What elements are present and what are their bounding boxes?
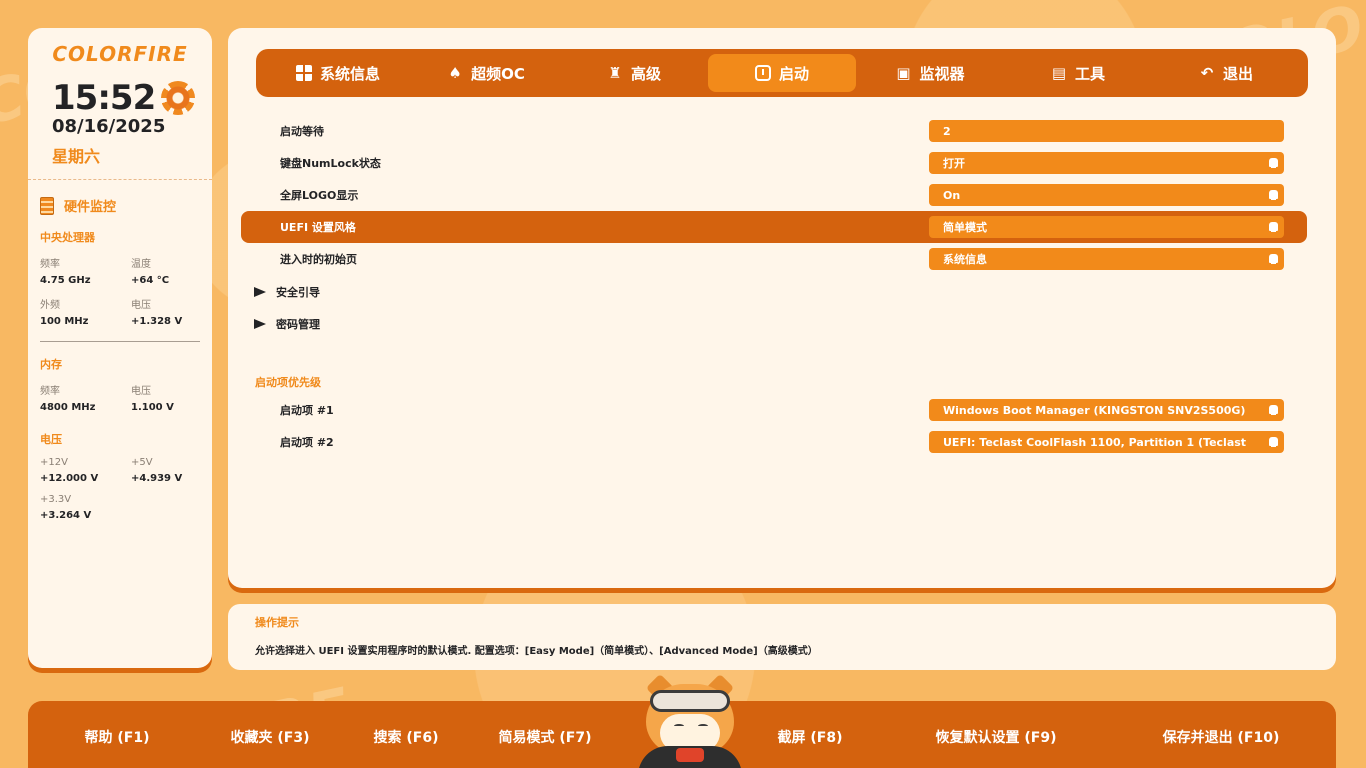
tab-overclock[interactable]: ♠ 超频OC [412, 54, 560, 92]
arrow-right-icon [254, 319, 266, 329]
help-panel: 操作提示 允许选择进入 UEFI 设置实用程序时的默认模式. 配置选项：[Eas… [228, 604, 1336, 670]
dropdown-icon [1269, 158, 1278, 168]
submenu-password[interactable]: 密码管理 [254, 316, 320, 332]
memory-section-title: 内存 [40, 358, 62, 371]
clock-weekday: 星期六 [52, 147, 101, 166]
mem-volt-label: 电压 [131, 386, 151, 397]
numlock-select[interactable]: 打开 [929, 152, 1284, 174]
boot-option-row-2[interactable]: 启动项 #2 UEFI: Teclast CoolFlash 1100, Par… [241, 426, 1307, 458]
setting-row-boot-wait[interactable]: 启动等待 2 [241, 115, 1307, 147]
v12-label: +12V [40, 457, 68, 468]
tab-bar: 系统信息 ♠ 超频OC ♜ 高级 启动 ▣ 监视器 ▤ 工具 ↶ 退出 [256, 49, 1308, 97]
boot-priority-title: 启动项优先级 [255, 376, 321, 389]
mascot-cat-image [636, 673, 744, 768]
save-exit-button[interactable]: 保存并退出 (F10) [1163, 727, 1280, 747]
mem-freq-value: 4800 MHz [40, 402, 96, 413]
divider [40, 341, 200, 342]
v33-label: +3.3V [40, 494, 72, 505]
cpu-freq-value: 4.75 GHz [40, 275, 91, 286]
cpu-freq-label: 频率 [40, 259, 60, 270]
cpu-bclk-value: 100 MHz [40, 316, 89, 327]
tab-advanced[interactable]: ♜ 高级 [560, 54, 708, 92]
setting-row-uefi-style[interactable]: UEFI 设置风格 简单模式 [241, 211, 1307, 243]
tab-monitor[interactable]: ▣ 监视器 [856, 54, 1004, 92]
boot-wait-input[interactable]: 2 [929, 120, 1284, 142]
cpu-volt-value: +1.328 V [131, 316, 183, 327]
clock-time: 15:52 [52, 78, 156, 118]
setting-label: 全屏LOGO显示 [280, 189, 359, 202]
tab-system-info[interactable]: 系统信息 [264, 54, 412, 92]
dropdown-icon [1269, 405, 1278, 415]
v5-value: +4.939 V [131, 473, 183, 484]
setting-row-fullscreen-logo[interactable]: 全屏LOGO显示 On [241, 179, 1307, 211]
clock-date: 08/16/2025 [52, 116, 166, 137]
tab-boot[interactable]: 启动 [708, 54, 856, 92]
voltage-stats: +12V +12.000 V +5V +4.939 V +3.3V +3.264 V [40, 457, 200, 521]
castle-icon: ♜ [608, 64, 622, 82]
cpu-temp-label: 温度 [131, 259, 151, 270]
rocket-icon: ♠ [448, 64, 462, 82]
power-icon [754, 65, 771, 81]
easy-mode-button[interactable]: 简易模式 (F7) [499, 727, 592, 747]
cpu-stats: 频率 4.75 GHz 温度 +64 °C 外频 100 MHz 电压 +1.328 V [40, 255, 200, 327]
setting-row-initial-page[interactable]: 进入时的初始页 系统信息 [241, 243, 1307, 275]
dropdown-icon [1269, 190, 1278, 200]
mem-freq-label: 频率 [40, 386, 60, 397]
boot-option-2-select[interactable]: UEFI: Teclast CoolFlash 1100, Partition … [929, 431, 1284, 453]
initial-page-select[interactable]: 系统信息 [929, 248, 1284, 270]
tab-tools[interactable]: ▤ 工具 [1004, 54, 1152, 92]
settings-panel: 系统信息 ♠ 超频OC ♜ 高级 启动 ▣ 监视器 ▤ 工具 ↶ 退出 启动等待 [228, 28, 1336, 588]
setting-label: 启动等待 [280, 125, 324, 138]
mem-volt-value: 1.100 V [131, 402, 174, 413]
monitor-icon: ▣ [896, 64, 911, 82]
setting-row-numlock[interactable]: 键盘NumLock状态 打开 [241, 147, 1307, 179]
voltage-section-title: 电压 [40, 433, 62, 446]
tab-exit[interactable]: ↶ 退出 [1152, 54, 1300, 92]
v33-value: +3.264 V [40, 510, 92, 521]
grid-icon [295, 65, 312, 81]
boot-option-1-select[interactable]: Windows Boot Manager (KINGSTON SNV2S500G… [929, 399, 1284, 421]
favorites-button[interactable]: 收藏夹 (F3) [231, 727, 310, 747]
cpu-volt-label: 电压 [131, 300, 151, 311]
submenu-secure-boot[interactable]: 安全引导 [254, 284, 320, 300]
help-title: 操作提示 [255, 616, 299, 629]
help-text: 允许选择进入 UEFI 设置实用程序时的默认模式. 配置选项：[Easy Mod… [255, 646, 818, 657]
fullscreen-logo-select[interactable]: On [929, 184, 1284, 206]
dropdown-icon [1269, 222, 1278, 232]
uefi-style-select[interactable]: 简单模式 [929, 216, 1284, 238]
setting-label: 键盘NumLock状态 [280, 157, 381, 170]
cpu-temp-value: +64 °C [131, 275, 170, 286]
setting-label: UEFI 设置风格 [280, 221, 356, 234]
cpu-bclk-label: 外频 [40, 300, 60, 311]
hardware-monitor-title: 硬件监控 [40, 196, 200, 215]
v5-label: +5V [131, 457, 153, 468]
help-button[interactable]: 帮助 (F1) [85, 727, 150, 747]
search-button[interactable]: 搜索 (F6) [374, 727, 439, 747]
hardware-sidebar: COLORFIRE 15:52 08/16/2025 星期六 硬件监控 中央处理… [28, 28, 212, 668]
cpu-section-title: 中央处理器 [40, 231, 95, 244]
return-icon: ↶ [1200, 64, 1214, 82]
dropdown-icon [1269, 437, 1278, 447]
chip-icon [40, 196, 54, 215]
dropdown-icon [1269, 254, 1278, 264]
boot-option-row-1[interactable]: 启动项 #1 Windows Boot Manager (KINGSTON SN… [241, 394, 1307, 426]
setting-label: 进入时的初始页 [280, 253, 357, 266]
v12-value: +12.000 V [40, 473, 99, 484]
gear-icon[interactable] [161, 81, 196, 115]
boot-option-label: 启动项 #2 [280, 436, 334, 449]
load-defaults-button[interactable]: 恢复默认设置 (F9) [936, 727, 1057, 747]
screenshot-button[interactable]: 截屏 (F8) [778, 727, 843, 747]
divider [28, 179, 212, 180]
boot-option-label: 启动项 #1 [280, 404, 334, 417]
memory-stats: 频率 4800 MHz 电压 1.100 V [40, 382, 200, 413]
toolbox-icon: ▤ [1051, 64, 1067, 82]
brand-logo: COLORFIRE [52, 42, 188, 66]
arrow-right-icon [254, 287, 266, 297]
